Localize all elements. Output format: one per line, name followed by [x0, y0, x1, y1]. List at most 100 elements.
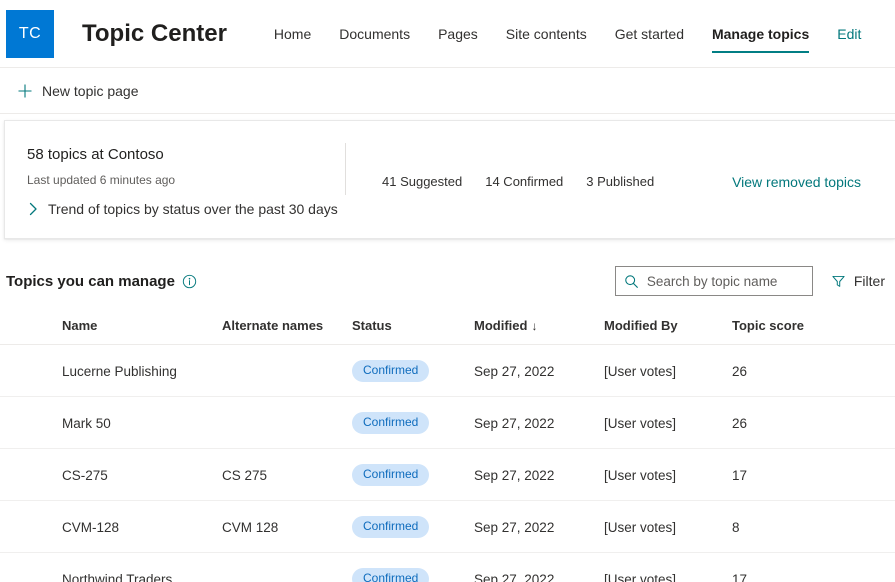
column-header-name[interactable]: Name — [0, 312, 222, 345]
status-badge: Confirmed — [352, 568, 430, 582]
section-title-wrap: Topics you can manage — [6, 273, 197, 290]
topic-score-value: 17 — [732, 467, 748, 483]
nav-item-label: Site contents — [505, 25, 587, 42]
info-circle-icon[interactable] — [182, 274, 197, 289]
modified-by-value: [User votes] — [604, 363, 677, 379]
modified-by-value: [User votes] — [604, 467, 677, 483]
cell-topic-name: Lucerne Publishing — [0, 344, 222, 397]
column-header-alternate-names[interactable]: Alternate names — [222, 312, 352, 345]
nav-item-label: Documents — [339, 25, 411, 42]
cell-topic-score: 8 — [732, 500, 895, 553]
nav-item-label: Pages — [438, 25, 478, 42]
summary-card-action: View removed topics — [732, 121, 895, 192]
nav-item-site-contents[interactable]: Site contents — [492, 13, 601, 59]
modified-by-value: [User votes] — [604, 415, 677, 431]
modified-by-value: [User votes] — [604, 519, 677, 535]
topic-name-value: Lucerne Publishing — [62, 363, 177, 379]
filter-label: Filter — [853, 273, 885, 289]
status-badge: Confirmed — [352, 464, 430, 486]
column-header-modified[interactable]: Modified ↓ — [474, 312, 604, 345]
filter-button[interactable]: Filter — [825, 269, 891, 293]
status-badge: Confirmed — [352, 412, 430, 434]
cell-topic-score: 17 — [732, 552, 895, 582]
status-count: 41 Suggested — [382, 174, 463, 189]
nav-item-label: Edit — [837, 25, 862, 42]
nav-item-manage-topics[interactable]: Manage topics — [698, 13, 823, 59]
cell-status-badge: Confirmed — [352, 500, 474, 553]
topic-name-value: CS-275 — [62, 467, 108, 483]
column-header-topic-score[interactable]: Topic score — [732, 312, 895, 345]
column-header-label: Alternate names — [222, 318, 324, 333]
cell-status-badge: Confirmed — [352, 344, 474, 397]
topics-section-title: Topics you can manage — [6, 272, 175, 290]
topics-table-body: Lucerne Publishing Confirmed Sep 27, 2022 [… — [0, 344, 895, 582]
summary-card-region: 58 topics at Contoso Last updated 6 minu… — [0, 114, 895, 239]
site-logo-initials: TC — [18, 24, 42, 42]
cell-topic-name: Northwind Traders — [0, 552, 222, 582]
table-row[interactable]: Lucerne Publishing Confirmed Sep 27, 2022 [… — [0, 344, 895, 397]
column-header-status[interactable]: Status — [352, 312, 474, 345]
cell-topic-score: 17 — [732, 448, 895, 501]
alternate-names-value: CVM 128 — [222, 519, 279, 535]
nav-item-label: Manage topics — [711, 25, 810, 42]
cell-modified-date: Sep 27, 2022 — [474, 500, 604, 553]
table-row[interactable]: CVM-128 CVM 128 Confirmed Sep 27, 2022 [User… — [0, 500, 895, 553]
nav-item-home[interactable]: Home — [260, 13, 325, 59]
modified-date-value: Sep 27, 2022 — [474, 571, 555, 582]
cell-modified-by: [User votes] — [604, 552, 732, 582]
modified-date-value: Sep 27, 2022 — [474, 363, 555, 379]
trend-expander[interactable]: Trend of topics by status over the past … — [27, 201, 345, 217]
topic-score-value: 17 — [732, 571, 748, 582]
cell-modified-date: Sep 27, 2022 — [474, 344, 604, 397]
cell-alternate-names: CVM 128 — [222, 500, 352, 553]
status-badge: Confirmed — [352, 516, 430, 538]
cell-modified-date: Sep 27, 2022 — [474, 396, 604, 449]
topic-name-value: CVM-128 — [62, 519, 120, 535]
chevron-right-icon — [27, 202, 39, 216]
cell-topic-score: 26 — [732, 344, 895, 397]
topic-name-value: Mark 50 — [62, 415, 111, 431]
topics-section-tools: Filter — [614, 266, 895, 296]
cell-modified-by: [User votes] — [604, 396, 732, 449]
table-row[interactable]: Mark 50 Confirmed Sep 27, 2022 [User votes]… — [0, 396, 895, 449]
topic-score-value: 8 — [732, 519, 740, 535]
table-row[interactable]: CS-275 CS 275 Confirmed Sep 27, 2022 [User v… — [0, 448, 895, 501]
column-header-label: Modified By — [604, 318, 678, 333]
new-topic-page-label: New topic page — [42, 82, 139, 99]
cell-status-badge: Confirmed — [352, 552, 474, 582]
table-row[interactable]: Northwind Traders Confirmed Sep 27, 2022 [U… — [0, 552, 895, 582]
column-header-label: Name — [62, 318, 98, 333]
new-topic-page-button[interactable]: New topic page — [8, 78, 148, 104]
cell-modified-date: Sep 27, 2022 — [474, 552, 604, 582]
cell-topic-name: Mark 50 — [0, 396, 222, 449]
topics-summary-card: 58 topics at Contoso Last updated 6 minu… — [4, 120, 895, 239]
cell-modified-by: [User votes] — [604, 448, 732, 501]
site-logo[interactable]: TC — [6, 9, 54, 58]
modified-date-value: Sep 27, 2022 — [474, 415, 555, 431]
topic-score-value: 26 — [732, 415, 748, 431]
nav-item-get-started[interactable]: Get started — [601, 13, 698, 59]
topic-score-value: 26 — [732, 363, 748, 379]
cell-topic-name: CS-275 — [0, 448, 222, 501]
cell-alternate-names: CS 275 — [222, 448, 352, 501]
status-badge: Confirmed — [352, 360, 430, 382]
site-header: TC Topic Center Home Documents Pages Site c… — [0, 0, 895, 68]
topics-table-head: Name Alternate names Status Modified ↓ Modifi… — [0, 312, 895, 345]
cell-status-badge: Confirmed — [352, 448, 474, 501]
topics-table: Name Alternate names Status Modified ↓ Modifi… — [0, 312, 895, 582]
column-header-label: Topic score — [732, 318, 805, 333]
topics-table-header-row: Name Alternate names Status Modified ↓ Modifi… — [0, 312, 895, 345]
view-removed-topics-link[interactable]: View removed topics — [732, 174, 861, 190]
plus-icon — [17, 83, 33, 99]
search-box[interactable] — [614, 266, 813, 296]
column-header-modified-by[interactable]: Modified By — [604, 312, 732, 345]
trend-label: Trend of topics by status over the past … — [48, 201, 338, 217]
nav-item-label: Home — [273, 25, 312, 42]
modified-by-value: [User votes] — [604, 571, 677, 582]
nav-item-edit[interactable]: Edit — [823, 13, 875, 59]
column-header-label: Modified — [474, 318, 528, 333]
nav-item-documents[interactable]: Documents — [325, 13, 424, 59]
sort-arrow-icon: ↓ — [531, 319, 538, 333]
search-input[interactable] — [646, 273, 804, 289]
nav-item-pages[interactable]: Pages — [424, 13, 492, 59]
